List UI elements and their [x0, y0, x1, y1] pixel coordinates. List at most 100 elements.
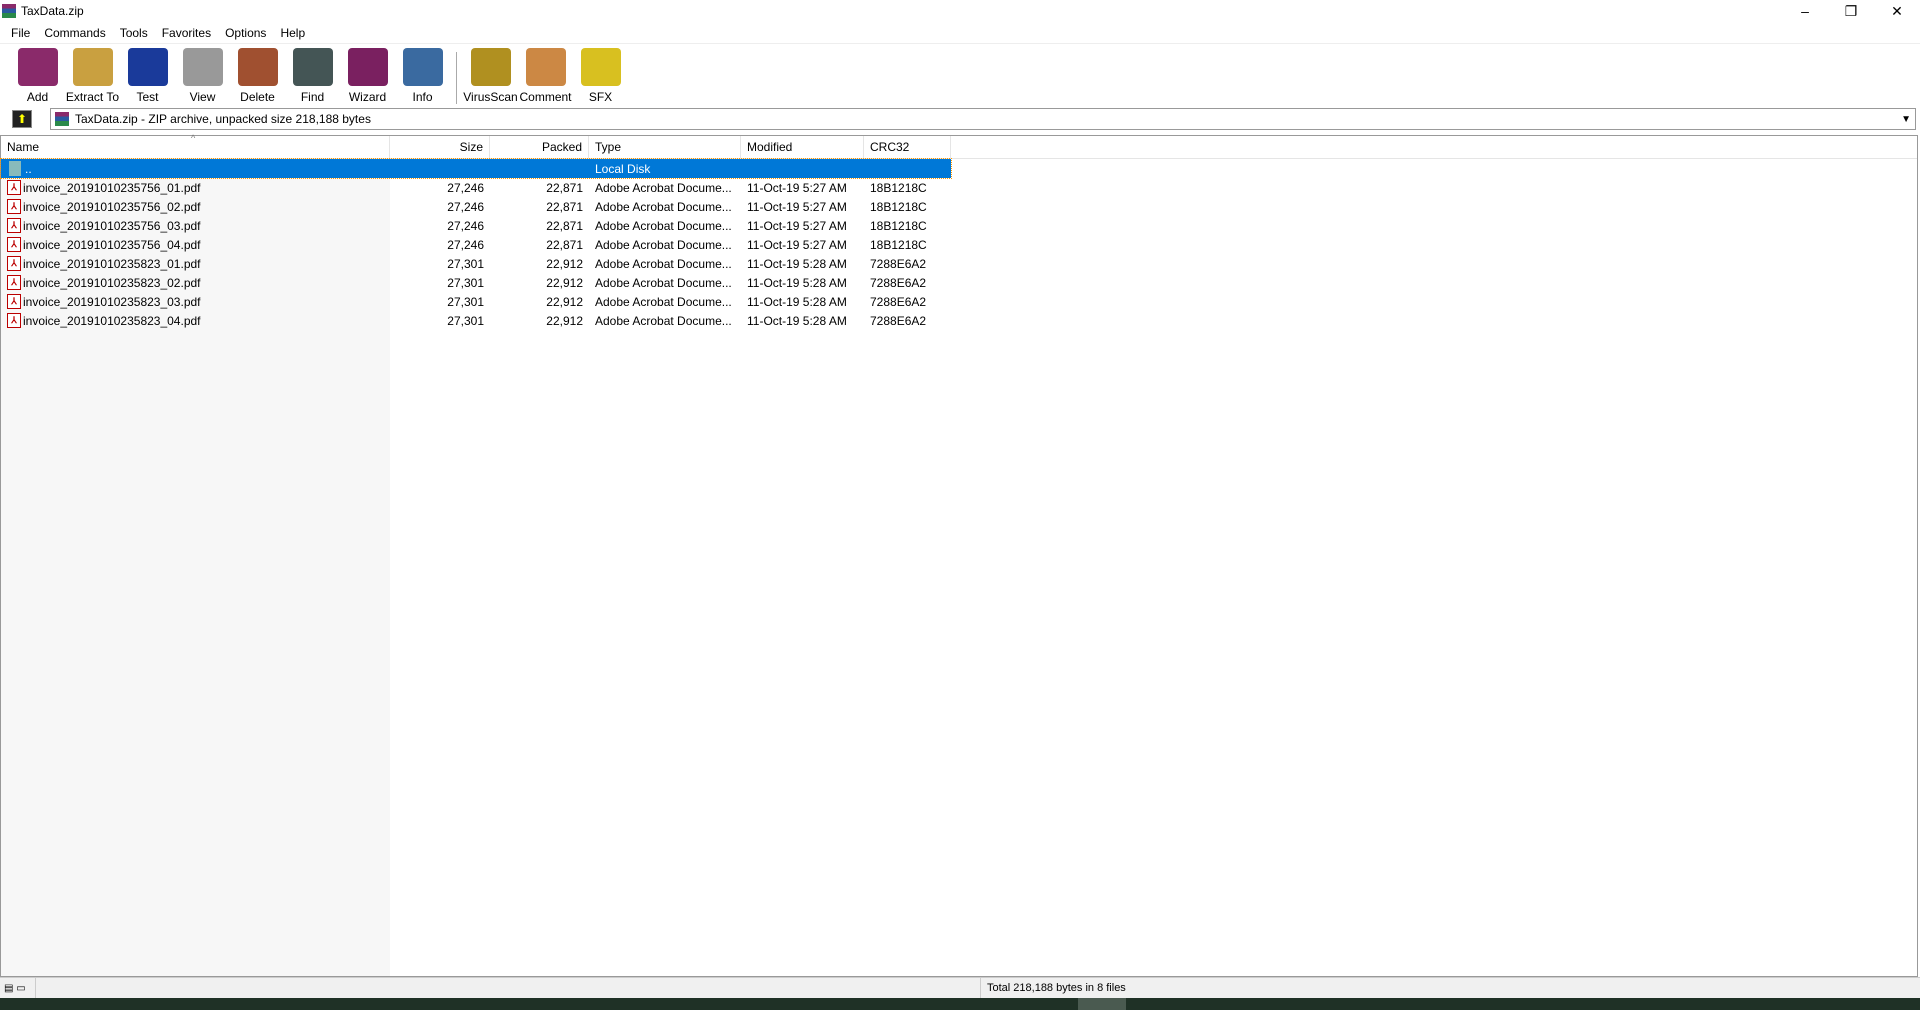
menu-help[interactable]: Help [273, 26, 312, 40]
toolbar-label: Add [26, 90, 49, 104]
file-packed: 22,912 [546, 256, 583, 271]
address-bar: ⬆ TaxData.zip - ZIP archive, unpacked si… [0, 107, 1920, 131]
chevron-down-icon[interactable]: ▼ [1901, 114, 1911, 125]
file-list: Name Size Packed Type Modified CRC32 ^ .… [0, 133, 1918, 977]
file-name: invoice_20191010235756_01.pdf [23, 180, 201, 195]
drive-icon[interactable]: ▤ ▭ [0, 978, 36, 998]
file-type: Local Disk [595, 161, 651, 176]
minimize-button[interactable]: – [1782, 0, 1828, 22]
column-packed[interactable]: Packed [490, 136, 589, 159]
extract-icon [72, 48, 113, 86]
toolbar-wizard-button[interactable]: Wizard [340, 48, 395, 104]
toolbar-label: Delete [240, 90, 275, 104]
parent-folder-icon [9, 161, 21, 176]
file-packed: 22,912 [546, 275, 583, 290]
up-folder-button[interactable]: ⬆ [12, 110, 32, 128]
close-button[interactable]: ✕ [1874, 0, 1920, 22]
file-row[interactable]: ⅄ invoice_20191010235756_04.pdf 27,246 22… [1, 235, 1917, 254]
file-name: invoice_20191010235823_04.pdf [23, 313, 201, 328]
toolbar-comment-button[interactable]: Comment [518, 48, 573, 104]
toolbar-label: Info [412, 90, 433, 104]
toolbar-label: Find [300, 90, 325, 104]
find-icon [292, 48, 333, 86]
file-crc32: 7288E6A2 [870, 275, 927, 290]
status-bar: ▤ ▭ Total 218,188 bytes in 8 files [0, 977, 1920, 998]
column-modified[interactable]: Modified [741, 136, 864, 159]
comment-icon [525, 48, 566, 86]
file-type: Adobe Acrobat Docume... [595, 199, 732, 214]
parent-folder-row[interactable]: .. Local Disk [0, 158, 952, 179]
toolbar-extract-to-button[interactable]: Extract To [65, 48, 120, 104]
file-name: invoice_20191010235823_01.pdf [23, 256, 201, 271]
file-modified: 11-Oct-19 5:27 AM [747, 237, 847, 252]
file-crc32: 7288E6A2 [870, 294, 927, 309]
toolbar-virusscan-button[interactable]: VirusScan [463, 48, 518, 104]
file-row[interactable]: ⅄ invoice_20191010235823_01.pdf 27,301 22… [1, 254, 1917, 273]
taskbar [0, 998, 1920, 1010]
file-modified: 11-Oct-19 5:28 AM [747, 313, 847, 328]
file-crc32: 18B1218C [870, 218, 927, 233]
menu-favorites[interactable]: Favorites [155, 26, 218, 40]
delete-icon [237, 48, 278, 86]
file-row[interactable]: ⅄ invoice_20191010235756_02.pdf 27,246 22… [1, 197, 1917, 216]
toolbar-label: Wizard [348, 90, 387, 104]
file-row[interactable]: ⅄ invoice_20191010235823_04.pdf 27,301 22… [1, 311, 1917, 330]
file-modified: 11-Oct-19 5:27 AM [747, 199, 847, 214]
file-name: invoice_20191010235823_02.pdf [23, 275, 201, 290]
file-modified: 11-Oct-19 5:28 AM [747, 294, 847, 309]
toolbar-label: View [189, 90, 216, 104]
file-modified: 11-Oct-19 5:27 AM [747, 218, 847, 233]
sort-arrow-icon: ^ [191, 133, 196, 143]
toolbar-view-button[interactable]: View [175, 48, 230, 104]
pdf-file-icon: ⅄ [7, 218, 21, 233]
toolbar-separator [456, 52, 457, 104]
file-name: invoice_20191010235756_02.pdf [23, 199, 201, 214]
menu-tools[interactable]: Tools [113, 26, 155, 40]
file-packed: 22,871 [546, 237, 583, 252]
view-icon [182, 48, 223, 86]
file-name: invoice_20191010235756_03.pdf [23, 218, 201, 233]
toolbar-find-button[interactable]: Find [285, 48, 340, 104]
file-size: 27,301 [447, 275, 484, 290]
toolbar-label: Test [136, 90, 159, 104]
column-name[interactable]: Name [1, 136, 390, 159]
column-type[interactable]: Type [589, 136, 741, 159]
toolbar-sfx-button[interactable]: SFX [573, 48, 628, 104]
address-text: TaxData.zip - ZIP archive, unpacked size… [75, 112, 371, 126]
toolbar-info-button[interactable]: Info [395, 48, 450, 104]
file-type: Adobe Acrobat Docume... [595, 313, 732, 328]
pdf-file-icon: ⅄ [7, 313, 21, 328]
file-row[interactable]: ⅄ invoice_20191010235823_02.pdf 27,301 22… [1, 273, 1917, 292]
toolbar-test-button[interactable]: Test [120, 48, 175, 104]
menu-options[interactable]: Options [218, 26, 273, 40]
taskbar-active-item[interactable] [1078, 998, 1126, 1010]
info-icon [402, 48, 443, 86]
winrar-app-icon [2, 4, 16, 18]
title-bar: TaxData.zip [0, 0, 1920, 22]
file-size: 27,246 [447, 218, 484, 233]
column-size[interactable]: Size [390, 136, 490, 159]
file-row[interactable]: ⅄ invoice_20191010235823_03.pdf 27,301 22… [1, 292, 1917, 311]
file-modified: 11-Oct-19 5:27 AM [747, 180, 847, 195]
maximize-button[interactable]: ❐ [1828, 0, 1874, 22]
file-type: Adobe Acrobat Docume... [595, 294, 732, 309]
file-type: Adobe Acrobat Docume... [595, 218, 732, 233]
file-crc32: 18B1218C [870, 237, 927, 252]
toolbar-label: VirusScan [463, 90, 518, 104]
menu-commands[interactable]: Commands [37, 26, 112, 40]
column-crc32[interactable]: CRC32 [864, 136, 951, 159]
file-modified: 11-Oct-19 5:28 AM [747, 256, 847, 271]
toolbar-delete-button[interactable]: Delete [230, 48, 285, 104]
address-field[interactable]: TaxData.zip - ZIP archive, unpacked size… [50, 108, 1916, 130]
file-packed: 22,871 [546, 218, 583, 233]
menu-file[interactable]: File [4, 26, 37, 40]
toolbar-add-button[interactable]: Add [10, 48, 65, 104]
window-title: TaxData.zip [21, 4, 84, 18]
file-name: invoice_20191010235756_04.pdf [23, 237, 201, 252]
file-size: 27,301 [447, 256, 484, 271]
archive-icon [55, 112, 69, 126]
test-icon [127, 48, 168, 86]
file-row[interactable]: ⅄ invoice_20191010235756_03.pdf 27,246 22… [1, 216, 1917, 235]
pdf-file-icon: ⅄ [7, 199, 21, 214]
file-row[interactable]: ⅄ invoice_20191010235756_01.pdf 27,246 22… [1, 178, 1917, 197]
